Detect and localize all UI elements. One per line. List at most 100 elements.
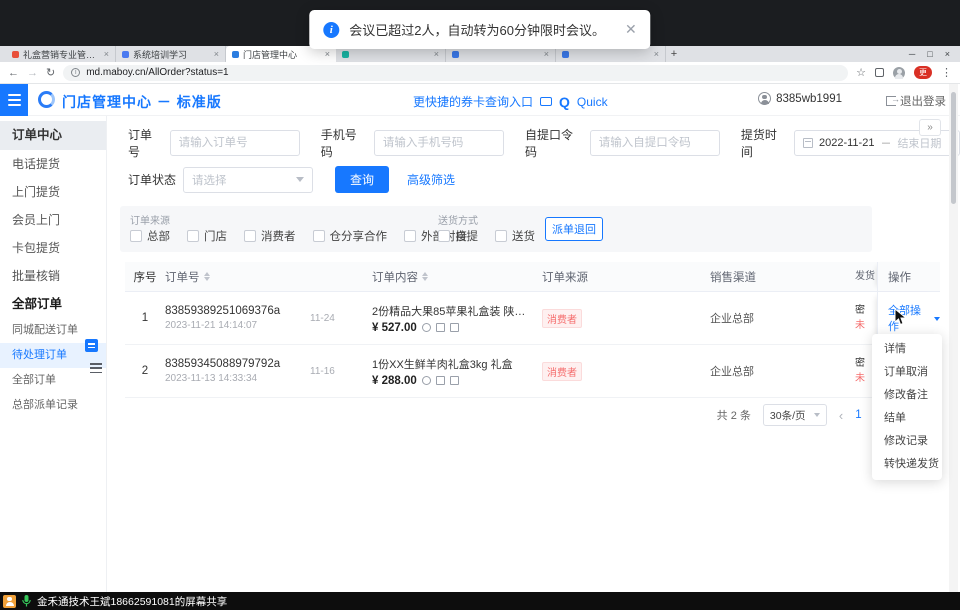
- tab-close-icon[interactable]: ×: [104, 49, 109, 59]
- col-content[interactable]: 订单内容: [372, 269, 542, 285]
- pickup-code-label: 自提口令码: [525, 126, 583, 160]
- new-tab-button[interactable]: +: [666, 46, 682, 62]
- tab-favicon: [452, 51, 459, 58]
- advanced-filter-link[interactable]: 高级筛选: [407, 171, 455, 188]
- mouse-cursor: [894, 308, 907, 326]
- sidebar-list-toggle-icon[interactable]: [90, 363, 102, 373]
- tab-favicon: [232, 51, 239, 58]
- extensions-icon[interactable]: [875, 68, 884, 77]
- coupon-icon: [422, 376, 431, 385]
- close-icon[interactable]: ×: [945, 49, 950, 59]
- tab-close-icon[interactable]: ×: [214, 49, 219, 59]
- url-bar[interactable]: i md.maboy.cn/AllOrder?status=1: [63, 65, 848, 81]
- checkbox-self-pickup[interactable]: 自提: [438, 228, 478, 244]
- order-source-panel: 订单来源 送货方式 总部 门店 消费者 仓分享合作 外部对接 自提 送货 派单退…: [120, 206, 872, 252]
- chevron-down-icon: [296, 177, 304, 186]
- logout-button[interactable]: 退出登录: [886, 93, 946, 109]
- order-no-label: 订单号: [128, 126, 163, 160]
- tab-favicon: [342, 51, 349, 58]
- checkbox-icon: [244, 230, 256, 242]
- pickup-time-label: 提货时间: [741, 126, 787, 160]
- pickup-time-fragment: 11-24: [310, 313, 372, 324]
- sort-icon[interactable]: [422, 269, 428, 284]
- browser-tab-2[interactable]: 系统培训学习 ×: [116, 46, 226, 62]
- order-source-label: 订单来源: [130, 212, 170, 227]
- forward-icon[interactable]: →: [27, 67, 38, 79]
- sidebar-item-hq-dispatch-records[interactable]: 总部派单记录: [0, 393, 106, 418]
- prev-page-button[interactable]: ‹: [839, 408, 843, 423]
- tab-close-icon[interactable]: ×: [434, 49, 439, 59]
- sidebar-item-batch-verify[interactable]: 批量核销: [0, 262, 106, 290]
- menu-item-details[interactable]: 详情: [872, 338, 942, 361]
- menu-item-edit-history[interactable]: 修改记录: [872, 430, 942, 453]
- checkbox-store[interactable]: 门店: [187, 228, 227, 244]
- dispatch-return-button[interactable]: 派单退回: [545, 217, 603, 241]
- tab-close-icon[interactable]: ×: [544, 49, 549, 59]
- quick-link[interactable]: Quick: [577, 95, 608, 109]
- user-avatar-icon: [758, 92, 771, 105]
- col-source: 订单来源: [542, 269, 710, 285]
- order-status-select[interactable]: 请选择: [183, 167, 313, 193]
- page-title: 门店管理中心 － 标准版: [62, 92, 222, 112]
- order-status-placeholder: 请选择: [192, 172, 227, 188]
- checkbox-warehouse-share[interactable]: 仓分享合作: [313, 228, 388, 244]
- menu-item-cancel-order[interactable]: 订单取消: [872, 361, 942, 384]
- order-content-title: 2份精品大果85苹果礼盒装 陕西...: [372, 303, 534, 319]
- sidebar-item-door-pickup[interactable]: 上门提货: [0, 178, 106, 206]
- checkbox-icon: [187, 230, 199, 242]
- col-index: 序号: [125, 269, 165, 285]
- chrome-update-button[interactable]: 更: [914, 66, 932, 79]
- search-button[interactable]: 查询: [335, 166, 389, 193]
- chevron-down-icon: [934, 317, 940, 324]
- bookmark-star-icon[interactable]: ☆: [856, 66, 866, 79]
- hamburger-menu-icon[interactable]: [0, 84, 28, 116]
- sidebar-section-order-center[interactable]: 订单中心: [0, 121, 106, 150]
- col-order-no[interactable]: 订单号: [165, 269, 310, 285]
- browser-tab-1[interactable]: 礼盒营销专业管理中心 ×: [6, 46, 116, 62]
- minimize-icon[interactable]: ─: [909, 49, 915, 59]
- order-time: 2023-11-13 14:33:34: [165, 373, 302, 384]
- checkbox-hq[interactable]: 总部: [130, 228, 170, 244]
- checkbox-delivery[interactable]: 送货: [495, 228, 535, 244]
- tab-close-icon[interactable]: ×: [654, 49, 659, 59]
- collapse-panel-button[interactable]: »: [919, 119, 941, 136]
- order-status-label: 订单状态: [128, 171, 176, 188]
- quick-entry-link[interactable]: 更快捷的券卡查询入口: [413, 93, 533, 110]
- tab-favicon: [562, 51, 569, 58]
- menu-item-express-ship[interactable]: 转快递发货: [872, 453, 942, 476]
- order-no-input[interactable]: [170, 130, 300, 156]
- site-info-icon[interactable]: i: [71, 68, 80, 77]
- main-content: 订单号 手机号码 自提口令码 提货时间 2022-11-21 － 结束日期 订单…: [107, 116, 960, 592]
- toast-close-icon[interactable]: ✕: [625, 21, 637, 38]
- pickup-code-input[interactable]: [590, 130, 720, 156]
- page-number[interactable]: 1: [855, 409, 861, 421]
- phone-input[interactable]: [374, 130, 504, 156]
- url-text: md.maboy.cn/AllOrder?status=1: [86, 67, 228, 78]
- tab-favicon: [12, 51, 19, 58]
- scrollbar-thumb[interactable]: [951, 92, 956, 204]
- checkbox-icon: [438, 230, 450, 242]
- reload-icon[interactable]: ↻: [46, 66, 55, 79]
- browser-profile-avatar[interactable]: [893, 67, 905, 79]
- sidebar-item-card-pickup[interactable]: 卡包提货: [0, 234, 106, 262]
- page-size-select[interactable]: 30条/页: [763, 404, 827, 426]
- col-channel: 销售渠道: [710, 269, 855, 285]
- menu-item-edit-remark[interactable]: 修改备注: [872, 384, 942, 407]
- sort-icon[interactable]: [204, 269, 210, 284]
- tab-close-icon[interactable]: ×: [325, 49, 330, 59]
- sidebar-quick-button[interactable]: [85, 339, 98, 352]
- menu-item-close-order[interactable]: 结单: [872, 407, 942, 430]
- back-icon[interactable]: ←: [8, 67, 19, 79]
- sidebar-group-all-orders[interactable]: 全部订单: [0, 290, 106, 318]
- row-index: 1: [125, 312, 165, 324]
- sidebar-item-phone-pickup[interactable]: 电话提货: [0, 150, 106, 178]
- maximize-icon[interactable]: □: [927, 49, 932, 59]
- checkbox-icon: [313, 230, 325, 242]
- toast-message: 会议已超过2人，自动转为60分钟限时会议。: [349, 20, 605, 39]
- logout-label: 退出登录: [900, 93, 946, 109]
- quick-q-icon[interactable]: Q: [559, 94, 570, 110]
- orders-table: 序号 订单号 订单内容 订单来源 销售渠道 发货 操作 1 838593892: [125, 262, 940, 398]
- checkbox-consumer[interactable]: 消费者: [244, 228, 296, 244]
- sidebar-item-member-visit[interactable]: 会员上门: [0, 206, 106, 234]
- browser-menu-icon[interactable]: ⋮: [941, 66, 952, 79]
